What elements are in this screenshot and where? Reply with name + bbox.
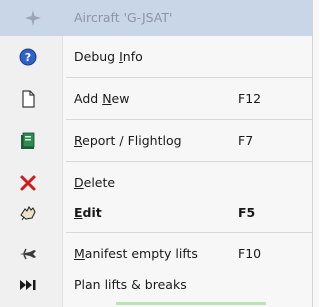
menu-item-shortcut: F5 xyxy=(238,205,256,220)
menu-item-label: Edit xyxy=(74,205,102,220)
svg-text:?: ? xyxy=(25,51,31,64)
menu-item-report-flightlog[interactable]: Report / Flightlog F7 xyxy=(0,124,312,158)
edit-hand-icon xyxy=(18,203,38,223)
menu-item-label: Plan lifts & breaks xyxy=(74,277,187,292)
delete-x-icon xyxy=(18,173,38,193)
menu-item-add-new[interactable]: Add New F12 xyxy=(0,82,312,116)
menu-item-debug-info[interactable]: ? Debug Info xyxy=(0,40,312,74)
menu-item-label: Debug Info xyxy=(74,49,143,64)
menu-item-plan-lifts-breaks[interactable]: Plan lifts & breaks xyxy=(0,268,312,302)
manifest-plane-icon xyxy=(18,244,38,264)
menu-separator xyxy=(66,119,312,120)
menu-item-shortcut: F12 xyxy=(238,91,262,106)
menu-header: Aircraft 'G-JSAT' xyxy=(0,0,312,36)
menu-item-label: Manifest empty lifts xyxy=(74,246,198,261)
menu-item-label: Report / Flightlog xyxy=(74,133,182,148)
header-title: Aircraft 'G-JSAT' xyxy=(74,10,173,25)
menu-item-label: Add New xyxy=(74,91,130,106)
menu-item-shortcut: F10 xyxy=(238,246,262,261)
menu-item-edit[interactable]: Edit F5 xyxy=(0,196,312,230)
help-icon: ? xyxy=(18,47,38,67)
fast-forward-icon xyxy=(18,275,38,295)
menu-border xyxy=(312,0,313,307)
menu-separator xyxy=(66,232,312,233)
menu-item-delete[interactable]: Delete xyxy=(0,166,312,200)
menu-separator xyxy=(66,77,312,78)
new-document-icon xyxy=(18,89,38,109)
report-book-icon xyxy=(18,131,38,151)
menu-item-manifest-empty-lifts[interactable]: Manifest empty lifts F10 xyxy=(0,237,312,271)
aircraft-icon xyxy=(24,9,42,27)
context-menu: Aircraft 'G-JSAT' ? Debug Info Add New F… xyxy=(0,0,319,307)
menu-item-shortcut: F7 xyxy=(238,133,254,148)
menu-item-label: Delete xyxy=(74,175,116,190)
highlight-strip xyxy=(116,302,266,305)
menu-separator xyxy=(66,161,312,162)
